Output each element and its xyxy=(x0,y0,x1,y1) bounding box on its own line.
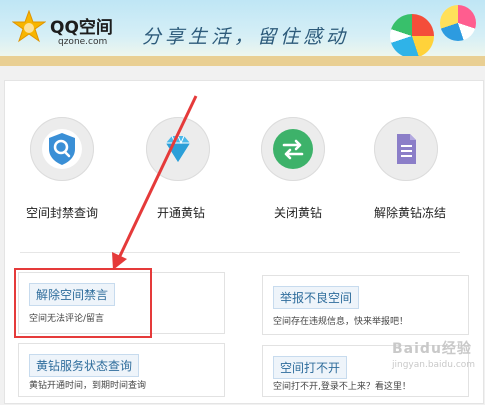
baidu-watermark: Baidu经验 xyxy=(392,341,472,357)
baidu-watermark-url: jingyan.baidu.com xyxy=(392,360,476,370)
